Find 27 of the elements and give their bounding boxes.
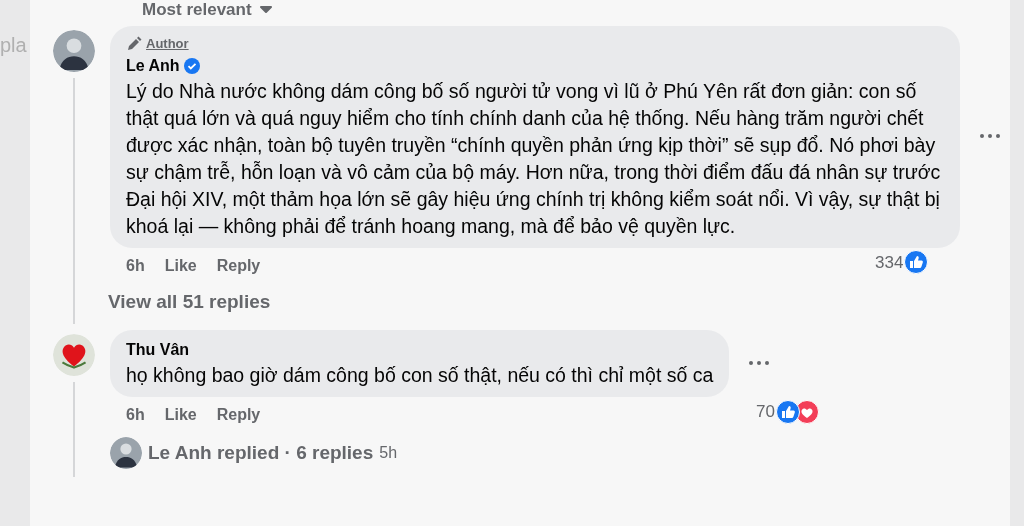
view-replies-link[interactable]: View all 51 replies — [108, 287, 271, 316]
reply-link[interactable]: Reply — [216, 253, 261, 278]
comment-text: Lý do Nhà nước không dám công bố số người tử vong vì lũ ở Phú Yên rất đơn giản: con số thật quá lớn và quá nguy hiểm cho tính chính danh của hệ thống. Nếu hàng trăm người chết được xác nhận, toàn bộ tuyên truyền “chính quyền phản ứng kịp thời” sẽ sụp đổ. Nó phơi bày sự chậm trễ, hỗn loạn và vô cảm của bộ máy. Hơn nữa, trong thời điểm đấu đá nhân sự trước Đại hội XIV, một thảm họa lớn sẽ gây hiệu ứng chính trị không kiểm soát nổi. Vì vậy, sự thật bị khoá lại — không phải để tránh hoang mang, mà để bảo vệ quyền lực. — [126, 78, 942, 239]
reaction-count[interactable]: 70 — [756, 399, 775, 425]
author-label: Author — [146, 35, 189, 53]
reaction-count[interactable]: 334 — [875, 249, 904, 275]
more-options-icon[interactable] — [980, 133, 1000, 140]
comment-time: 6h — [126, 255, 145, 276]
more-options-icon[interactable] — [749, 360, 770, 367]
like-link[interactable]: Like — [164, 253, 197, 278]
sort-dropdown[interactable]: Most relevant — [142, 0, 272, 20]
pen-icon — [126, 35, 142, 52]
reply-time: 5h — [379, 443, 398, 463]
avatar-silhouette[interactable] — [110, 437, 142, 469]
like-reaction-icon — [775, 399, 800, 424]
author-name[interactable]: Le Anh — [126, 53, 180, 78]
comment-text: họ không bao giờ dám công bố con số thật, nếu có thì chỉ một số ca — [126, 363, 714, 388]
like-link[interactable]: Like — [164, 403, 197, 427]
like-reaction-icon — [904, 250, 929, 275]
reply-link[interactable]: Reply — [216, 403, 261, 427]
avatar-silhouette[interactable] — [53, 30, 95, 72]
replies-link[interactable]: Le Anh replied · 6 replies — [148, 438, 374, 468]
caret-icon — [259, 6, 272, 14]
comment-time: 6h — [126, 405, 145, 425]
heart-bouquet-avatar[interactable] — [53, 334, 95, 376]
cut-off-text: pla — [0, 33, 27, 58]
author-name[interactable]: Thu Vân — [126, 338, 190, 362]
